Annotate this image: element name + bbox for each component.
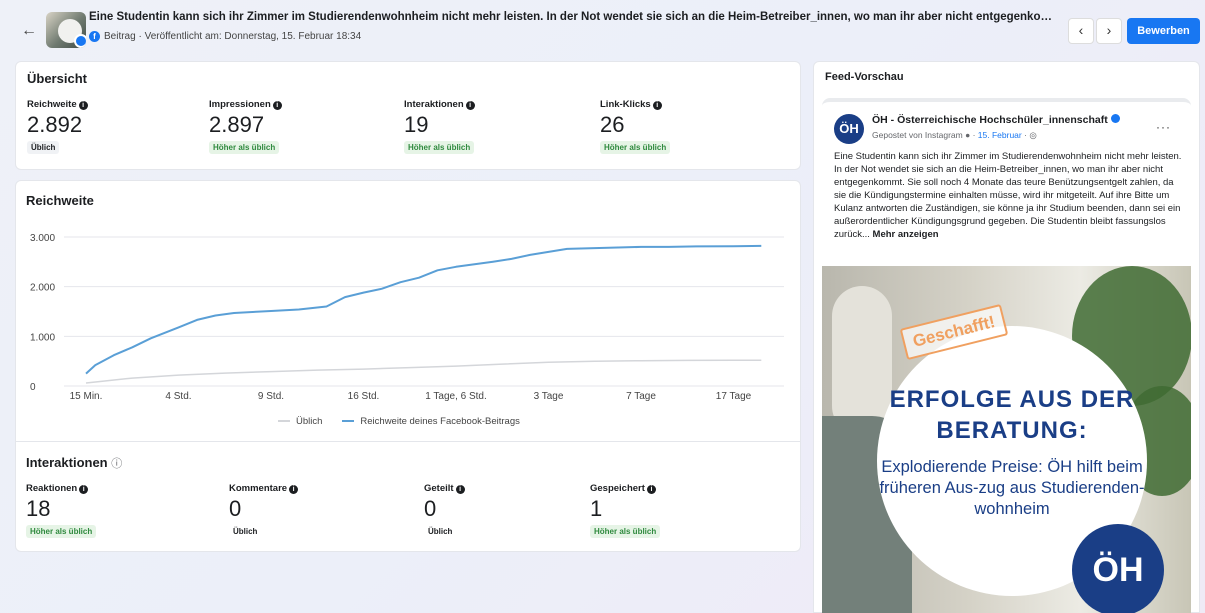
metric-label: Kommentare i bbox=[229, 483, 299, 494]
avatar[interactable]: ÖH bbox=[834, 114, 864, 144]
post-image[interactable]: Geschafft! ERFOLGE AUS DER BERATUNG: Exp… bbox=[822, 266, 1191, 613]
info-icon[interactable]: i bbox=[646, 485, 656, 494]
info-icon[interactable]: i bbox=[289, 485, 299, 494]
x-tick-label: 16 Std. bbox=[348, 391, 380, 402]
legend-item-usual[interactable]: Üblich bbox=[278, 416, 322, 427]
metric-saves: Gespeichert i 1 Höher als üblich bbox=[590, 483, 661, 539]
metric-reactions: Reaktionen i 18 Höher als üblich bbox=[26, 483, 97, 539]
y-tick-label: 2.000 bbox=[30, 283, 55, 294]
status-badge: Üblich bbox=[428, 527, 453, 536]
post-text: Eine Studentin kann sich ihr Zimmer im S… bbox=[834, 151, 1182, 240]
series-line-post[interactable] bbox=[85, 244, 762, 375]
prev-button[interactable]: ‹ bbox=[1068, 18, 1094, 44]
more-options-button[interactable]: ··· bbox=[1156, 120, 1171, 134]
metric-comments: Kommentare i 0 Üblich bbox=[229, 483, 299, 539]
divider bbox=[16, 441, 800, 442]
x-tick-label: 1 Tage, 6 Std. bbox=[425, 391, 487, 402]
reach-chart: 3.000 2.000 1.000 0 15 Min. 4 Std. 9 Std. 16 St… bbox=[30, 233, 784, 402]
globe-icon: ◎ bbox=[1029, 130, 1037, 140]
metric-value: 1 bbox=[590, 496, 603, 521]
post-date-link[interactable]: 15. Februar bbox=[978, 130, 1022, 140]
y-tick-label: 1.000 bbox=[30, 332, 55, 343]
x-tick-label: 4 Std. bbox=[165, 391, 191, 402]
metric-value: 0 bbox=[229, 496, 242, 521]
post-preview: ÖH ÖH - Österreichische Hochschüler_inne… bbox=[822, 98, 1191, 613]
x-tick-label: 17 Tage bbox=[716, 391, 752, 402]
post-meta: Gepostet von Instagram ● · 15. Februar ·… bbox=[872, 130, 1037, 140]
info-outline-icon[interactable]: ⓘ bbox=[111, 458, 122, 470]
metric-value: 0 bbox=[424, 496, 437, 521]
promote-button[interactable]: Bewerben bbox=[1127, 18, 1200, 44]
metric-label: Geteilt i bbox=[424, 483, 465, 494]
verified-icon bbox=[1110, 114, 1120, 123]
info-icon[interactable]: i bbox=[79, 485, 89, 494]
x-tick-label: 7 Tage bbox=[626, 391, 656, 402]
x-tick-label: 9 Std. bbox=[258, 391, 284, 402]
metric-shares: Geteilt i 0 Üblich bbox=[424, 483, 465, 539]
x-tick-label: 3 Tage bbox=[534, 391, 564, 402]
interactions-title: Interaktionen ⓘ bbox=[26, 455, 123, 470]
oeh-logo: ÖH bbox=[1072, 524, 1164, 613]
show-more-link[interactable]: Mehr anzeigen bbox=[873, 229, 939, 240]
metric-label: Reaktionen i bbox=[26, 483, 96, 494]
chart-legend: Üblich Reichweite deines Facebook-Beitra… bbox=[278, 416, 520, 427]
x-tick-label: 15 Min. bbox=[70, 391, 103, 402]
status-badge: Höher als üblich bbox=[26, 525, 97, 538]
next-button[interactable]: › bbox=[1096, 18, 1122, 44]
image-subline: Explodierende Preise: ÖH hilft beim früh… bbox=[879, 458, 1145, 518]
info-icon[interactable]: i bbox=[455, 485, 465, 494]
metric-value: 18 bbox=[26, 496, 51, 521]
status-badge: Höher als üblich bbox=[590, 525, 661, 538]
metric-label: Gespeichert i bbox=[590, 483, 660, 494]
y-tick-label: 3.000 bbox=[30, 233, 55, 244]
page-name[interactable]: ÖH - Österreichische Hochschüler_innensc… bbox=[872, 114, 1120, 126]
status-badge: Üblich bbox=[233, 527, 258, 536]
series-line-usual[interactable] bbox=[85, 359, 762, 384]
info-icon: ● bbox=[965, 130, 971, 140]
image-headline: ERFOLGE AUS DER BERATUNG: bbox=[889, 386, 1135, 444]
y-tick-label: 0 bbox=[30, 382, 36, 393]
legend-item-post[interactable]: Reichweite deines Facebook-Beitrags bbox=[342, 416, 520, 427]
feed-preview-title: Feed-Vorschau bbox=[825, 71, 904, 83]
